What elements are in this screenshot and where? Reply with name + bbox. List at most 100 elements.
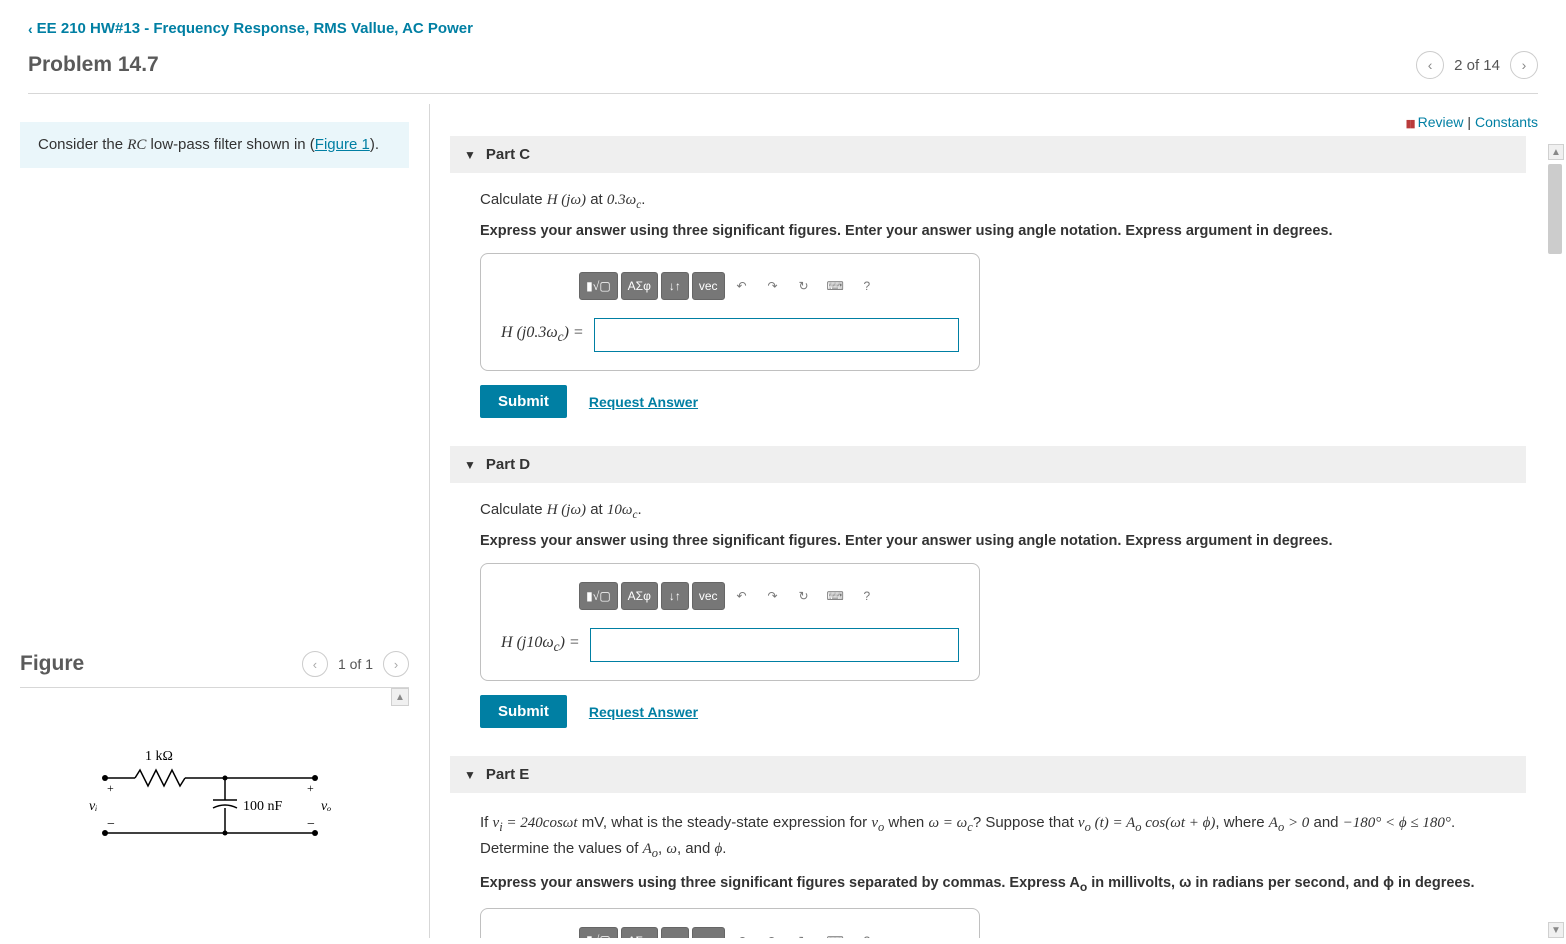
- vo-label: vₒ: [321, 799, 331, 814]
- scroll-down-icon[interactable]: ▼: [1548, 922, 1564, 938]
- pager-next-button[interactable]: ›: [1510, 51, 1538, 79]
- part-d-lhs: H (j10ωc) =: [501, 634, 580, 655]
- reset-button[interactable]: ↻: [790, 927, 818, 938]
- svg-text:−: −: [307, 817, 315, 832]
- figure-title: Figure: [20, 652, 84, 676]
- part-d-header[interactable]: ▼ Part D: [450, 446, 1526, 483]
- part-d-body: Calculate H (jω) at 10ωc. Express your a…: [450, 483, 1526, 738]
- part-e-input-area: ▮√▢ ΑΣφ ↓↑ vec ↶ ↷ ↻ ⌨ ?: [480, 908, 980, 938]
- vec-button[interactable]: vec: [692, 927, 725, 938]
- greek-button[interactable]: ΑΣφ: [621, 927, 658, 938]
- part-c-toolbar: ▮√▢ ΑΣφ ↓↑ vec ↶ ↷ ↻ ⌨ ?: [501, 272, 959, 300]
- circuit-diagram: 1 kΩ 100 nF: [85, 738, 345, 878]
- part-c-desc: Calculate H (jω) at 0.3ωc.: [480, 191, 1512, 211]
- templates-button[interactable]: ▮√▢: [579, 927, 618, 938]
- figure-next-button[interactable]: ›: [383, 651, 409, 677]
- right-scrollbar[interactable]: ▲ ▼: [1546, 144, 1566, 938]
- svg-text:+: +: [307, 781, 314, 795]
- problem-pager: ‹ 2 of 14 ›: [1416, 51, 1538, 79]
- figure-scroll-up-icon[interactable]: ▲: [391, 688, 409, 706]
- templates-button[interactable]: ▮√▢: [579, 272, 618, 300]
- part-c-input-area: ▮√▢ ΑΣφ ↓↑ vec ↶ ↷ ↻ ⌨ ? H: [480, 253, 980, 371]
- figure-pager-text: 1 of 1: [338, 656, 373, 672]
- svg-text:−: −: [107, 817, 115, 832]
- breadcrumb-label: EE 210 HW#13 - Frequency Response, RMS V…: [37, 20, 473, 37]
- page-root: ‹ EE 210 HW#13 - Frequency Response, RMS…: [0, 0, 1566, 944]
- part-d-input-area: ▮√▢ ΑΣφ ↓↑ vec ↶ ↷ ↻ ⌨ ? H: [480, 563, 980, 681]
- templates-button[interactable]: ▮√▢: [579, 582, 618, 610]
- part-c-body: Calculate H (jω) at 0.3ωc. Express your …: [450, 173, 1526, 428]
- capacitor-label: 100 nF: [243, 799, 283, 814]
- figure-header: Figure ‹ 1 of 1 ›: [20, 641, 409, 687]
- problem-prompt: Consider the RC low-pass filter shown in…: [20, 122, 409, 168]
- parts-container: ▼ Part C Calculate H (jω) at 0.3ωc. Expr…: [430, 136, 1566, 938]
- svg-text:+: +: [107, 781, 114, 795]
- caret-down-icon: ▼: [464, 768, 476, 782]
- pager-text: 2 of 14: [1454, 57, 1500, 74]
- breadcrumb[interactable]: ‹ EE 210 HW#13 - Frequency Response, RMS…: [28, 20, 1538, 37]
- figure-link[interactable]: Figure 1: [315, 136, 370, 153]
- part-d-instructions: Express your answer using three signific…: [480, 533, 1512, 549]
- redo-button[interactable]: ↷: [759, 272, 787, 300]
- caret-down-icon: ▼: [464, 148, 476, 162]
- greek-button[interactable]: ΑΣφ: [621, 582, 658, 610]
- title-row: Problem 14.7 ‹ 2 of 14 ›: [28, 51, 1538, 79]
- keyboard-button[interactable]: ⌨: [821, 927, 850, 938]
- vec-button[interactable]: vec: [692, 582, 725, 610]
- figure-prev-button[interactable]: ‹: [302, 651, 328, 677]
- part-d-request-answer-link[interactable]: Request Answer: [589, 704, 698, 720]
- vec-button[interactable]: vec: [692, 272, 725, 300]
- keyboard-button[interactable]: ⌨: [821, 582, 850, 610]
- undo-button[interactable]: ↶: [728, 582, 756, 610]
- figure-panel: Figure ‹ 1 of 1 › ▲: [0, 641, 429, 938]
- part-e-body: If vi = 240cosωt mV, what is the steady-…: [450, 793, 1526, 938]
- review-link[interactable]: Review: [1406, 114, 1464, 130]
- undo-button[interactable]: ↶: [728, 927, 756, 938]
- part-d-submit-button[interactable]: Submit: [480, 695, 567, 728]
- part-c-lhs: H (j0.3ωc) =: [501, 324, 584, 345]
- help-button[interactable]: ?: [853, 582, 881, 610]
- constants-link[interactable]: Constants: [1475, 114, 1538, 130]
- scroll-up-icon[interactable]: ▲: [1548, 144, 1564, 160]
- greek-button[interactable]: ΑΣφ: [621, 272, 658, 300]
- redo-button[interactable]: ↷: [759, 927, 787, 938]
- prompt-mid: low-pass filter shown in (: [146, 136, 314, 153]
- prompt-prefix: Consider the: [38, 136, 127, 153]
- chevron-left-icon: ‹: [28, 21, 33, 37]
- header-divider: [28, 93, 1538, 94]
- part-d-actions: Submit Request Answer: [480, 695, 1512, 728]
- figure-body: ▲ 1 kΩ: [20, 688, 409, 938]
- prompt-math: RC: [127, 137, 146, 153]
- part-c-header[interactable]: ▼ Part C: [450, 136, 1526, 173]
- subscript-button[interactable]: ↓↑: [661, 582, 689, 610]
- part-d-title: Part D: [486, 456, 530, 473]
- keyboard-button[interactable]: ⌨: [821, 272, 850, 300]
- part-c-submit-button[interactable]: Submit: [480, 385, 567, 418]
- header: ‹ EE 210 HW#13 - Frequency Response, RMS…: [0, 0, 1566, 104]
- scroll-thumb[interactable]: [1548, 164, 1562, 254]
- part-c-actions: Submit Request Answer: [480, 385, 1512, 418]
- left-column: Consider the RC low-pass filter shown in…: [0, 104, 430, 938]
- problem-title: Problem 14.7: [28, 53, 159, 77]
- part-e-toolbar: ▮√▢ ΑΣφ ↓↑ vec ↶ ↷ ↻ ⌨ ?: [501, 927, 959, 938]
- help-button[interactable]: ?: [853, 927, 881, 938]
- reset-button[interactable]: ↻: [790, 272, 818, 300]
- redo-button[interactable]: ↷: [759, 582, 787, 610]
- review-label: Review: [1418, 114, 1464, 130]
- resistor-label: 1 kΩ: [145, 749, 173, 764]
- subscript-button[interactable]: ↓↑: [661, 272, 689, 300]
- reset-button[interactable]: ↻: [790, 582, 818, 610]
- prompt-suffix: ).: [370, 136, 379, 153]
- pager-prev-button[interactable]: ‹: [1416, 51, 1444, 79]
- part-c-answer-input[interactable]: [594, 318, 959, 352]
- subscript-button[interactable]: ↓↑: [661, 927, 689, 938]
- part-d: ▼ Part D Calculate H (jω) at 10ωc. Expre…: [450, 446, 1526, 738]
- part-c-request-answer-link[interactable]: Request Answer: [589, 394, 698, 410]
- part-e-header[interactable]: ▼ Part E: [450, 756, 1526, 793]
- part-d-answer-input[interactable]: [590, 628, 959, 662]
- part-e: ▼ Part E If vi = 240cosωt mV, what is th…: [450, 756, 1526, 938]
- part-c-instructions: Express your answer using three signific…: [480, 223, 1512, 239]
- part-e-instructions: Express your answers using three signifi…: [480, 875, 1512, 894]
- help-button[interactable]: ?: [853, 272, 881, 300]
- undo-button[interactable]: ↶: [728, 272, 756, 300]
